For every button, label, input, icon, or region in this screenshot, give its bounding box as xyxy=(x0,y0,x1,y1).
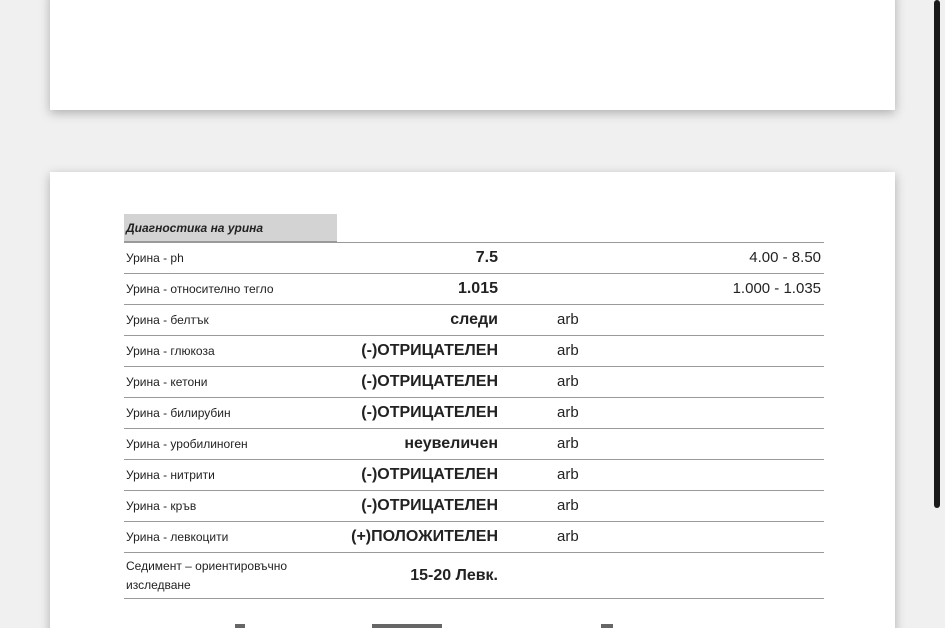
test-value: (-)ОТРИЦАТЕЛЕН xyxy=(361,373,498,390)
test-name: Урина - нитрити xyxy=(126,468,215,482)
test-unit: arb xyxy=(557,528,579,545)
test-unit: arb xyxy=(557,497,579,514)
test-value: неувеличен xyxy=(404,435,498,452)
test-value: 15-20 Левк. xyxy=(410,567,498,584)
test-value: (-)ОТРИЦАТЕЛЕН xyxy=(361,404,498,421)
reference-range: 1.000 - 1.035 xyxy=(732,280,821,297)
table-row: Урина - нитрити (-)ОТРИЦАТЕЛЕН arb xyxy=(124,460,824,491)
table-row: Урина - билирубин (-)ОТРИЦАТЕЛЕН arb xyxy=(124,398,824,429)
vertical-scrollbar[interactable] xyxy=(934,0,940,508)
test-value: следи xyxy=(450,311,498,328)
test-name: Урина - относително тегло xyxy=(126,282,274,296)
table-row: Урина - кръв (-)ОТРИЦАТЕЛЕН arb xyxy=(124,491,824,522)
test-unit: arb xyxy=(557,404,579,421)
table-row: Урина - белтък следи arb xyxy=(124,305,824,336)
report-page: Диагностика на урина Урина - ph 7.5 4.00… xyxy=(50,172,895,628)
test-value: (-)ОТРИЦАТЕЛЕН xyxy=(361,342,498,359)
test-unit: arb xyxy=(557,373,579,390)
cropped-text-line xyxy=(124,624,824,628)
table-row: Урина - относително тегло 1.015 1.000 - … xyxy=(124,274,824,305)
table-row: Урина - кетони (-)ОТРИЦАТЕЛЕН arb xyxy=(124,367,824,398)
test-value: (-)ОТРИЦАТЕЛЕН xyxy=(361,466,498,483)
table-row: Урина - ph 7.5 4.00 - 8.50 xyxy=(124,243,824,274)
test-value: 7.5 xyxy=(475,249,498,266)
test-name: Седимент – ориентировъчно изследване xyxy=(126,559,288,592)
table-row: Урина - глюкоза (-)ОТРИЦАТЕЛЕН arb xyxy=(124,336,824,367)
section-title: Диагностика на урина xyxy=(124,214,337,242)
test-unit: arb xyxy=(557,435,579,452)
test-name: Урина - глюкоза xyxy=(126,344,215,358)
test-value: 1.015 xyxy=(457,280,498,297)
test-value: (+)ПОЛОЖИТЕЛЕН xyxy=(351,528,498,545)
urine-diagnostics-section: Диагностика на урина Урина - ph 7.5 4.00… xyxy=(124,214,824,599)
results-table: Урина - ph 7.5 4.00 - 8.50 Урина - относ… xyxy=(124,242,824,599)
test-name: Урина - кетони xyxy=(126,375,208,389)
table-row: Урина - уробилиноген неувеличен arb xyxy=(124,429,824,460)
document-viewer[interactable]: Диагностика на урина Урина - ph 7.5 4.00… xyxy=(0,0,945,628)
test-name: Урина - кръв xyxy=(126,499,197,513)
test-value: (-)ОТРИЦАТЕЛЕН xyxy=(361,497,498,514)
test-unit: arb xyxy=(557,311,579,328)
test-unit: arb xyxy=(557,466,579,483)
test-name: Урина - белтък xyxy=(126,313,209,327)
table-row: Урина - левкоцити (+)ПОЛОЖИТЕЛЕН arb xyxy=(124,522,824,553)
reference-range: 4.00 - 8.50 xyxy=(749,249,821,266)
test-name: Урина - левкоцити xyxy=(126,530,229,544)
previous-page xyxy=(50,0,895,110)
test-name: Урина - уробилиноген xyxy=(126,437,248,451)
test-name: Урина - ph xyxy=(126,251,184,265)
test-name: Урина - билирубин xyxy=(126,406,231,420)
test-unit: arb xyxy=(557,342,579,359)
table-row: Седимент – ориентировъчно изследване 15-… xyxy=(124,553,824,599)
